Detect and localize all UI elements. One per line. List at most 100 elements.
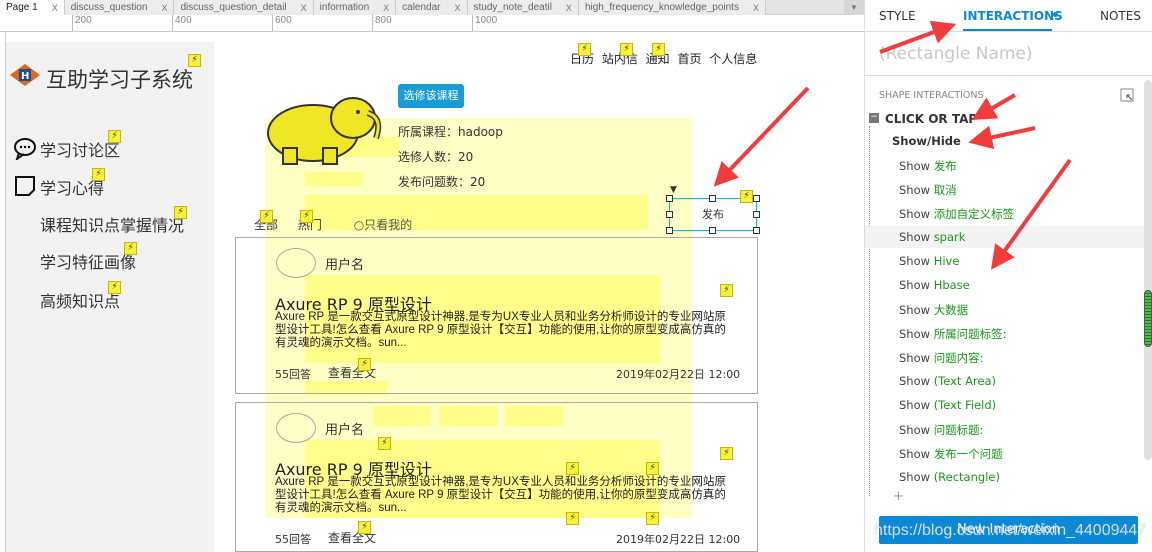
page-tab-label: discuss_question bbox=[70, 2, 148, 13]
post-card[interactable]: 用户名 Axure RP 9 原型设计 Axure RP 是一款交互式原型设计神… bbox=[235, 237, 758, 394]
close-icon[interactable]: X bbox=[52, 3, 58, 13]
answer-count: 55回答 bbox=[275, 368, 311, 381]
show-action-item[interactable]: Show (Rectangle) bbox=[899, 470, 1143, 484]
close-icon[interactable]: X bbox=[383, 3, 389, 13]
show-action-item[interactable]: Show 所属问题标签: bbox=[899, 326, 1143, 342]
avatar bbox=[276, 413, 316, 443]
close-icon[interactable]: X bbox=[455, 3, 461, 13]
filter-mine-radio[interactable]: ○只看我的 bbox=[354, 218, 413, 232]
page-tab-label: information bbox=[319, 2, 370, 13]
interaction-bolt-icon: ⚡ bbox=[720, 447, 733, 460]
interaction-bolt-icon: ⚡ bbox=[300, 210, 313, 223]
show-action-item[interactable]: Show (Text Field) bbox=[899, 398, 1143, 412]
show-label: Show bbox=[899, 183, 931, 197]
show-action-item[interactable]: Show 发布一个问题 bbox=[899, 446, 1143, 462]
ruler-label: 600 bbox=[272, 15, 292, 31]
hadoop-elephant-image bbox=[267, 97, 382, 165]
show-label: Show bbox=[899, 254, 931, 268]
page-tab-label: study_note_deatil bbox=[473, 2, 552, 13]
scrollbar-thumb[interactable] bbox=[1144, 290, 1152, 347]
event-click-or-tap[interactable]: CLICK OR TAP bbox=[885, 112, 977, 126]
page-tab[interactable]: high_frequency_knowledge_points X bbox=[578, 0, 766, 15]
show-action-item[interactable]: Show 问题标题: bbox=[899, 422, 1143, 438]
target-name: 添加自定义标签 bbox=[933, 207, 1015, 221]
show-action-item[interactable]: Show (Text Area) bbox=[899, 374, 1143, 388]
page-tab-label: calendar bbox=[402, 2, 441, 13]
inspector-panel: STYLE INTERACTIONS NOTES (Rectangle Name… bbox=[864, 0, 1152, 552]
app-title: 互助学习子系统 bbox=[46, 68, 193, 92]
page-tab[interactable]: Page 1 X bbox=[0, 0, 65, 15]
tab-notes[interactable]: NOTES bbox=[1100, 9, 1141, 23]
show-action-item[interactable]: Show 大数据 bbox=[899, 302, 1143, 318]
ruler-label: 200 bbox=[72, 15, 92, 31]
show-action-item[interactable]: Show 取消 bbox=[899, 182, 1143, 198]
show-label: Show bbox=[899, 447, 931, 461]
avatar bbox=[276, 248, 316, 278]
watermark: https://blog.csdn.net/weixin_44009447 bbox=[874, 522, 1147, 539]
action-show-hide[interactable]: Show/Hide bbox=[892, 134, 961, 148]
collapse-icon[interactable]: − bbox=[869, 113, 879, 123]
page-tab[interactable]: information X bbox=[313, 0, 397, 15]
show-label: Show bbox=[899, 207, 931, 221]
student-count: 选修人数：20 bbox=[398, 150, 474, 164]
close-icon[interactable]: X bbox=[301, 3, 307, 13]
interaction-bolt-icon: ⚡ bbox=[740, 190, 753, 203]
page-tab[interactable]: study_note_deatil X bbox=[467, 0, 579, 15]
page-tab[interactable]: discuss_question X bbox=[64, 0, 175, 15]
shape-name-input[interactable]: (Rectangle Name) bbox=[879, 44, 1033, 64]
tab-interactions[interactable]: INTERACTIONS bbox=[963, 9, 1063, 23]
target-name: Hbase bbox=[933, 278, 970, 292]
show-action-item[interactable]: Show 添加自定义标签 bbox=[899, 206, 1143, 222]
page-tab[interactable]: calendar X bbox=[396, 0, 468, 15]
show-label: Show bbox=[899, 423, 931, 437]
show-label: Show bbox=[899, 327, 931, 341]
tab-menu-icon[interactable]: ▼ bbox=[844, 0, 864, 15]
tab-style[interactable]: STYLE bbox=[879, 9, 916, 23]
highlight-overlay bbox=[305, 172, 363, 186]
course-name: 所属课程：hadoop bbox=[398, 125, 503, 139]
interaction-bolt-icon: ⚡ bbox=[358, 521, 371, 534]
post-body: Axure RP 是一款交互式原型设计神器,是专为UX专业人员和业务分析师设计的… bbox=[275, 311, 726, 349]
modified-dot bbox=[1053, 12, 1058, 17]
show-label: Show bbox=[899, 470, 931, 484]
post-card[interactable]: 用户名 Axure RP 9 原型设计 Axure RP 是一款交互式原型设计神… bbox=[235, 402, 758, 552]
interaction-bolt-icon: ⚡ bbox=[620, 43, 633, 56]
interaction-bolt-icon: ⚡ bbox=[378, 437, 391, 450]
show-action-item[interactable]: Show 发布 bbox=[899, 158, 1143, 174]
sidebar-item-profile[interactable]: 学习特征画像 bbox=[40, 249, 136, 273]
sidebar-item-mastery[interactable]: 课程知识点掌握情况 bbox=[40, 212, 184, 236]
show-action-item[interactable]: Show Hive bbox=[899, 254, 1143, 268]
target-name: (Text Area) bbox=[933, 374, 997, 388]
target-name: 所属问题标签: bbox=[933, 327, 1007, 341]
interaction-bolt-icon: ⚡ bbox=[652, 43, 665, 56]
interaction-bolt-icon: ⚡ bbox=[174, 206, 187, 219]
add-action-icon[interactable]: + bbox=[893, 489, 904, 504]
interaction-bolt-icon: ⚡ bbox=[108, 281, 121, 294]
target-name: Hive bbox=[933, 254, 960, 268]
show-label: Show bbox=[899, 278, 931, 292]
show-label: Show bbox=[899, 159, 931, 173]
question-count: 发布问题数：20 bbox=[398, 175, 486, 189]
selection-marker-icon: ▼ bbox=[670, 185, 677, 195]
close-icon[interactable]: X bbox=[566, 3, 572, 13]
page-tab-bar: Page 1 X discuss_question Xdiscuss_question… bbox=[0, 0, 864, 15]
close-icon[interactable]: X bbox=[161, 3, 167, 13]
collapse-all-icon[interactable] bbox=[1120, 88, 1134, 102]
show-action-item[interactable]: Show Hbase bbox=[899, 278, 1143, 292]
show-action-item[interactable]: Show 问题内容: bbox=[899, 350, 1143, 366]
username: 用户名 bbox=[325, 423, 365, 438]
filter-mine-label: 只看我的 bbox=[364, 218, 413, 232]
close-icon[interactable]: X bbox=[753, 3, 759, 13]
interaction-bolt-icon: ⚡ bbox=[720, 284, 733, 297]
post-date: 2019年02月22日 12:00 bbox=[616, 533, 741, 546]
show-label: Show bbox=[899, 230, 931, 244]
interaction-bolt-icon: ⚡ bbox=[358, 358, 371, 371]
interaction-bolt-icon: ⚡ bbox=[566, 512, 579, 525]
interaction-bolt-icon: ⚡ bbox=[578, 43, 591, 56]
page-tab-label: high_frequency_knowledge_points bbox=[584, 2, 739, 13]
page-tab[interactable]: discuss_question_detail X bbox=[174, 0, 314, 15]
interaction-bolt-icon: ⚡ bbox=[646, 462, 659, 475]
show-action-item[interactable]: Show spark bbox=[899, 230, 1143, 244]
enroll-course-button[interactable]: 选修该课程 bbox=[398, 84, 464, 108]
scrollbar[interactable] bbox=[1144, 80, 1152, 460]
